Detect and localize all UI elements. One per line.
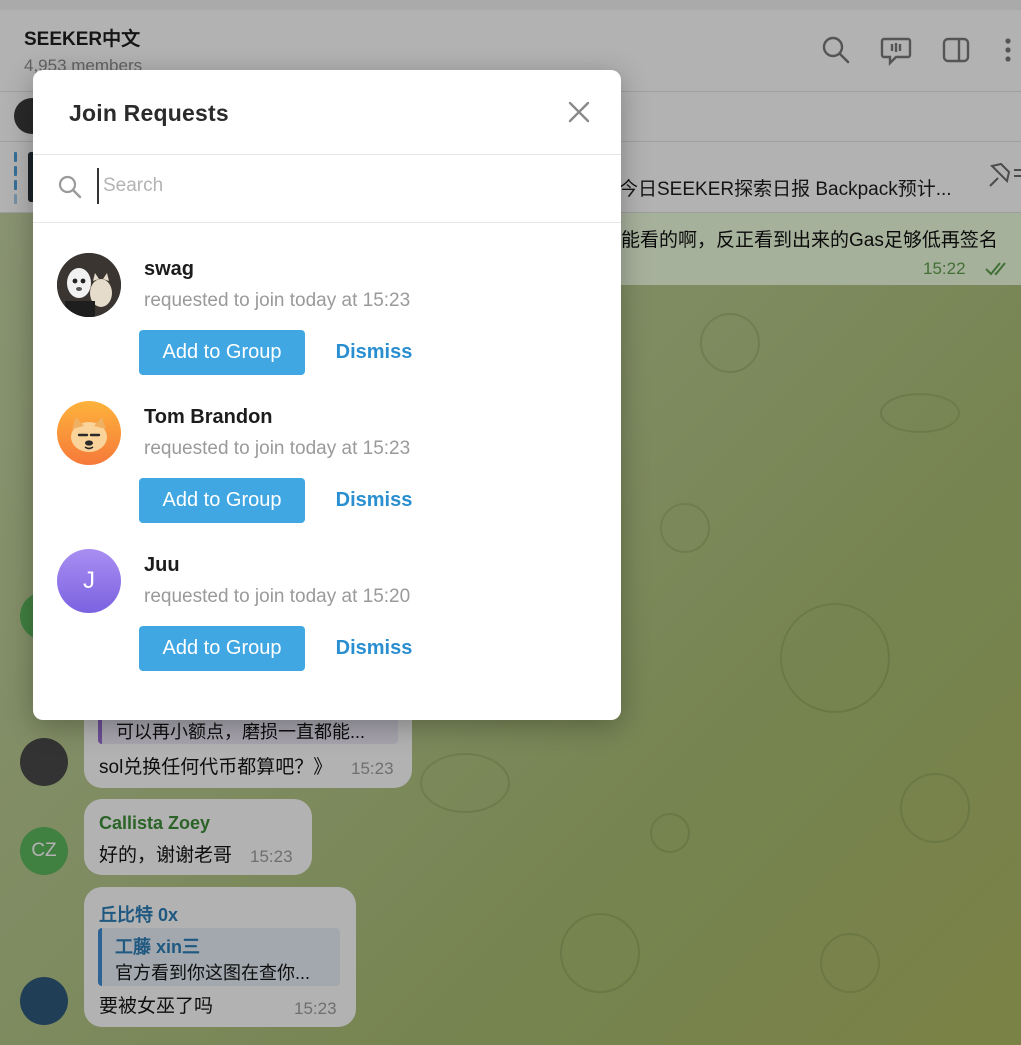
user-photo-icon (57, 253, 121, 317)
request-user-name[interactable]: Tom Brandon (144, 406, 273, 429)
user-avatar[interactable]: J (57, 549, 121, 613)
doge-face-icon (71, 417, 107, 452)
add-to-group-button[interactable]: Add to Group (139, 478, 305, 523)
search-icon (58, 175, 82, 199)
add-to-group-button[interactable]: Add to Group (139, 626, 305, 671)
user-avatar[interactable] (57, 253, 121, 317)
divider (33, 222, 621, 223)
join-request-item: swag requested to join today at 15:23 Ad… (33, 253, 621, 393)
request-user-name[interactable]: Juu (144, 554, 180, 577)
join-requests-dialog: Join Requests swag requested to join tod… (33, 70, 621, 720)
dismiss-button[interactable]: Dismiss (325, 626, 423, 671)
dismiss-button[interactable]: Dismiss (325, 330, 423, 375)
request-time-text: requested to join today at 15:23 (144, 438, 411, 459)
request-time-text: requested to join today at 15:20 (144, 586, 411, 607)
join-request-item: Tom Brandon requested to join today at 1… (33, 401, 621, 541)
join-request-item: J Juu requested to join today at 15:20 A… (33, 549, 621, 689)
request-time-text: requested to join today at 15:23 (144, 290, 411, 311)
search-input[interactable] (97, 168, 557, 204)
dialog-title: Join Requests (69, 100, 229, 126)
add-to-group-button[interactable]: Add to Group (139, 330, 305, 375)
dismiss-button[interactable]: Dismiss (325, 478, 423, 523)
user-avatar[interactable] (57, 401, 121, 465)
divider (33, 154, 621, 155)
avatar-initial: J (83, 567, 95, 594)
request-user-name[interactable]: swag (144, 258, 194, 281)
close-icon[interactable] (565, 98, 593, 126)
